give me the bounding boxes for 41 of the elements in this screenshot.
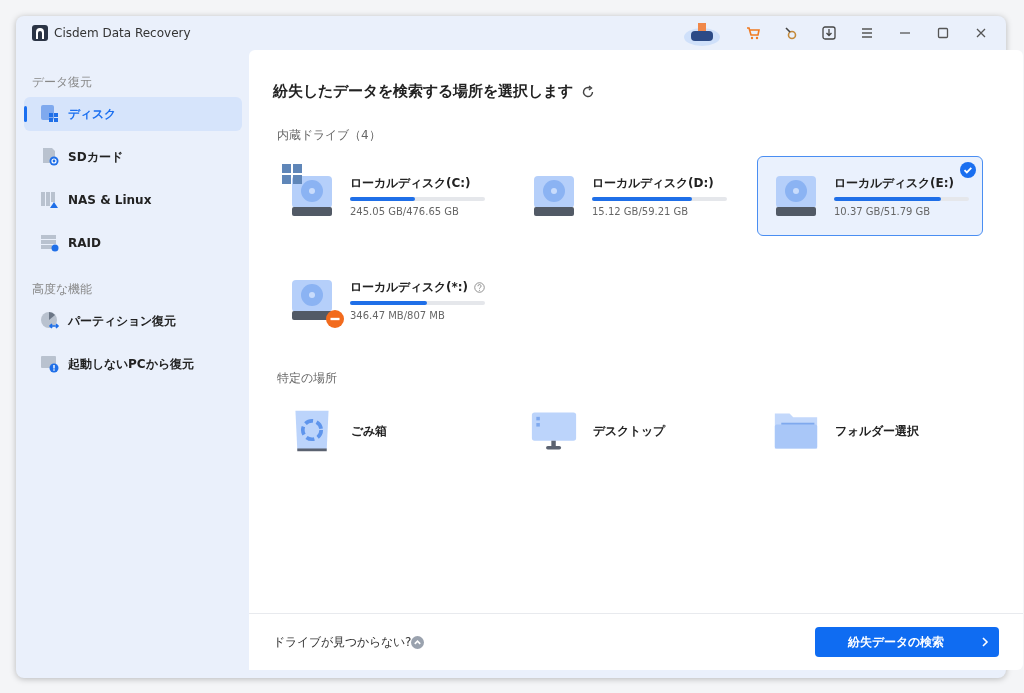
drive-name: ローカルディスク(*:) [350,279,469,296]
location-label[interactable]: ごみ箱 [351,422,387,440]
checkmark-icon [960,162,976,178]
sd-icon [40,147,60,167]
window-title: Cisdem Data Recovery [54,26,191,40]
location-label[interactable]: デスクトップ [593,422,665,440]
drive-size: 10.37 GB/51.79 GB [834,206,932,217]
section-heading: 高度な機能 [31,281,93,298]
section-heading: 内蔵ドライブ（4） [277,127,382,144]
partition-icon [40,311,60,331]
hard-drive-icon [290,174,334,218]
sidebar-item[interactable]: 起動しないPCから復元 [24,347,242,381]
nas-icon [40,190,60,210]
sidebar-item[interactable]: SDカード [24,140,242,174]
drive-name: ローカルディスク(D:) [592,175,714,192]
disk-icon [40,104,60,124]
hard-drive-icon [290,278,334,322]
section-heading: 特定の場所 [277,370,338,387]
drive-name: ローカルディスク(E:) [834,175,954,192]
drive-size: 245.05 GB/476.65 GB [350,206,460,217]
raid-icon [40,233,60,253]
sidebar-item[interactable]: RAID [24,226,242,260]
app-logo-icon [32,25,48,41]
section-heading: データ復元 [31,74,93,91]
sidebar-item[interactable]: NAS & Linux [24,183,242,217]
sidebar-item[interactable]: ディスク [24,97,242,131]
location-label[interactable]: フォルダー選択 [835,422,919,440]
hard-drive-icon [532,174,576,218]
chevron-right-icon [980,637,990,647]
drive-name: ローカルディスク(C:) [350,175,471,192]
sidebar-item[interactable]: パーティション復元 [24,304,242,338]
drive-not-found-link[interactable]: ドライブが見つからない? [273,633,412,651]
drive-card[interactable]: ローカルディスク(E:) 10.37 GB/51.79 GB [757,156,983,236]
page-title: 紛失したデータを検索する場所を選択します [273,82,573,101]
chevron-up-icon[interactable] [411,635,425,649]
hard-drive-icon [774,174,818,218]
scan-button[interactable]: 紛失データの検索 [815,627,999,657]
drive-size: 346.47 MB/807 MB [350,310,446,321]
help-icon[interactable] [474,282,486,293]
refresh-icon[interactable] [581,84,595,99]
drive-size: 15.12 GB/59.21 GB [592,206,690,217]
